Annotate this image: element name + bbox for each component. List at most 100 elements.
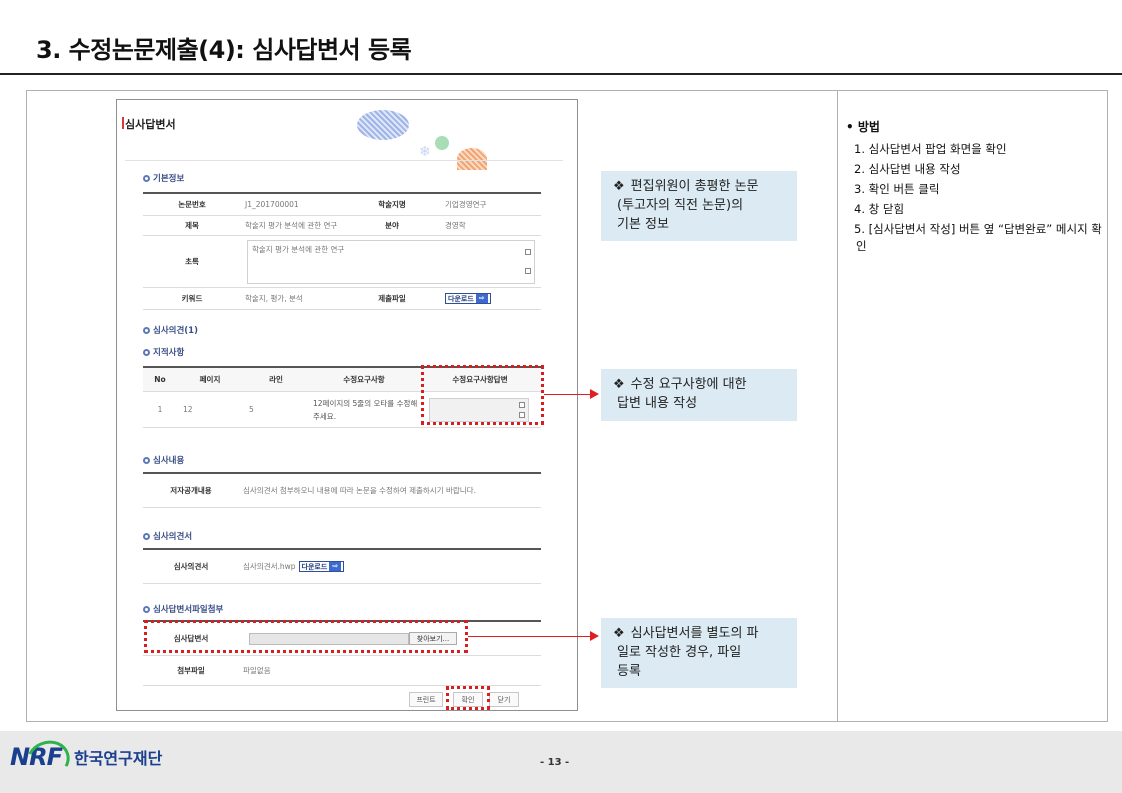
review-content-heading: 심사내용 (143, 454, 184, 466)
table-row: 저자공개내용 심사의견서 첨부하오니 내용에 따라 논문을 수정하여 제출하시기… (143, 474, 541, 508)
answer-file-heading: 심사답변서파일첨부 (143, 603, 223, 615)
callout-line: 심사답변서를 별도의 파 (630, 626, 759, 641)
logo-mark: NRF (10, 734, 76, 786)
col-page: 페이지 (199, 375, 221, 384)
arrow-right-icon: ⇨ (475, 294, 488, 303)
file-cell: 다운로드 ⇨ (445, 288, 541, 309)
review-opinion-heading: 심사의견서 (143, 530, 192, 542)
keyword-label: 키워드 (181, 294, 203, 303)
answer-highlight-box (421, 365, 544, 425)
points-heading: 지적사항 (143, 346, 184, 358)
basic-info-table: 논문번호 J1_201700001 학술지명 기업경영연구 제목 학술지 평가 … (143, 192, 541, 310)
arrow-head-icon (590, 389, 599, 399)
table-row: 초록 학술지 평가 분석에 관한 연구 (143, 236, 541, 288)
bullet-circle-icon (143, 349, 150, 356)
callout-file: ❖ 심사답변서를 별도의 파 일로 작성한 경우, 파일 등록 (601, 618, 797, 688)
method-step: 2. 심사답변 내용 작성 (854, 162, 961, 176)
arrow-line (544, 394, 592, 395)
callout-answer: ❖ 수정 요구사항에 대한 답변 내용 작성 (601, 369, 797, 421)
bullet-circle-icon (143, 327, 150, 334)
review-opinion-file-cell: 심사의견서.hwp 다운로드 ⇨ (243, 550, 541, 583)
journal-value: 기업경영연구 (445, 200, 487, 209)
diamond-bullet-icon: ❖ (613, 179, 625, 194)
callout-line: 편집위원이 총평한 논문 (630, 179, 759, 194)
review-opinion-table: 심사의견서 심사의견서.hwp 다운로드 ⇨ (143, 548, 541, 584)
download-button[interactable]: 다운로드 ⇨ (445, 293, 491, 304)
diamond-bullet-icon: ❖ (613, 626, 625, 641)
scroll-down-icon[interactable] (525, 268, 531, 274)
table-row: 제목 학술지 평가 분석에 관한 연구 분야 경영학 (143, 216, 541, 236)
subject-label: 제목 (185, 221, 199, 230)
abstract-textarea[interactable]: 학술지 평가 분석에 관한 연구 (247, 240, 535, 284)
frame-divider (837, 90, 838, 722)
method-step: 5. [심사답변서 작성] 버튼 옆 “답변완료” 메시지 확인 (854, 222, 1102, 253)
title-rule (0, 73, 1122, 75)
callout-line: 수정 요구사항에 대한 (630, 377, 747, 392)
keyword-value: 학술지, 평가, 분석 (245, 294, 303, 303)
decoration-circle (435, 136, 449, 150)
callout-line: (투고자의 직전 논문)의 (617, 198, 744, 213)
row-no: 1 (157, 405, 163, 414)
arrow-head-icon (590, 631, 599, 641)
review-opinion-label: 심사의견서 (173, 562, 209, 571)
bullet-circle-icon (143, 533, 150, 540)
basic-info-heading: 기본정보 (143, 172, 184, 184)
org-name: 한국연구재단 (73, 749, 163, 768)
slide-title: 3. 수정논문제출(4): 심사답변서 등록 (36, 36, 412, 64)
attach-value: 파일없음 (243, 666, 271, 675)
scroll-up-icon[interactable] (525, 249, 531, 255)
abstract-text: 학술지 평가 분석에 관한 연구 (252, 245, 345, 254)
paper-no-label: 논문번호 (178, 200, 206, 209)
diamond-bullet-icon: ❖ (613, 377, 625, 392)
paper-no-value: J1_201700001 (245, 200, 299, 209)
bullet-circle-icon (143, 606, 150, 613)
method-step: 3. 확인 버튼 클릭 (854, 182, 940, 196)
arrow-line (468, 636, 592, 637)
callout-basic-info: ❖ 편집위원이 총평한 논문 (투고자의 직전 논문)의 기본 정보 (601, 171, 797, 241)
review-content-table: 저자공개내용 심사의견서 첨부하오니 내용에 따라 논문을 수정하여 제출하시기… (143, 472, 541, 508)
page-number: - 13 - (540, 757, 570, 768)
review-opinion-filename[interactable]: 심사의견서.hwp (243, 561, 296, 572)
method-steps: 1. 심사답변서 팝업 화면을 확인 2. 심사답변 내용 작성 3. 확인 버… (846, 141, 1102, 255)
bullet-circle-icon (143, 175, 150, 182)
row-line: 5 (249, 405, 254, 414)
bullet-circle-icon (143, 457, 150, 464)
decoration-blob (357, 110, 409, 140)
request-line-2: 주세요. (313, 411, 337, 421)
journal-label: 학술지명 (378, 200, 406, 209)
method-step: 1. 심사답변서 팝업 화면을 확인 (854, 142, 1007, 156)
field-value: 경영학 (445, 221, 466, 230)
callout-line: 등록 (617, 664, 641, 679)
table-row: 논문번호 J1_201700001 학술지명 기업경영연구 (143, 194, 541, 216)
table-row: 키워드 학술지, 평가, 분석 제출파일 다운로드 ⇨ (143, 288, 541, 310)
decoration-half-circle (457, 148, 487, 170)
download-button[interactable]: 다운로드 ⇨ (298, 561, 345, 572)
callout-line: 일로 작성한 경우, 파일 (617, 645, 742, 660)
nrf-logo: NRF 한국연구재단 (10, 734, 163, 786)
popup-title: 심사답변서 (125, 118, 176, 131)
abstract-label: 초록 (185, 257, 199, 266)
file-label: 제출파일 (378, 294, 406, 303)
popup-title-marker (122, 117, 124, 129)
col-no: No (154, 375, 166, 384)
request-line-1: 12페이지의 5줄의 오타를 수정해 (313, 398, 418, 408)
file-attach-highlight-box (144, 620, 468, 653)
review-content-label: 저자공개내용 (170, 486, 212, 495)
popup-divider (125, 160, 563, 161)
col-line: 라인 (269, 375, 283, 384)
field-label: 분야 (385, 221, 399, 230)
print-button[interactable]: 프린트 (409, 692, 443, 707)
table-row: 심사의견서 심사의견서.hwp 다운로드 ⇨ (143, 550, 541, 584)
callout-line: 기본 정보 (617, 217, 669, 232)
row-request: 12페이지의 5줄의 오타를 수정해 주세요. (313, 392, 421, 427)
opinion-heading: 심사의견(1) (143, 324, 198, 336)
decoration-snowflake-icon: ❄ (419, 144, 431, 160)
method-heading: • 방법 (846, 120, 880, 134)
row-page: 12 (183, 405, 193, 414)
callout-line: 답변 내용 작성 (617, 396, 698, 411)
method-panel: • 방법 1. 심사답변서 팝업 화면을 확인 2. 심사답변 내용 작성 3.… (846, 118, 1102, 258)
close-button[interactable]: 닫기 (489, 692, 519, 707)
confirm-highlight-box (446, 686, 490, 710)
col-request: 수정요구사항 (343, 375, 385, 384)
arrow-right-icon: ⇨ (329, 562, 342, 571)
